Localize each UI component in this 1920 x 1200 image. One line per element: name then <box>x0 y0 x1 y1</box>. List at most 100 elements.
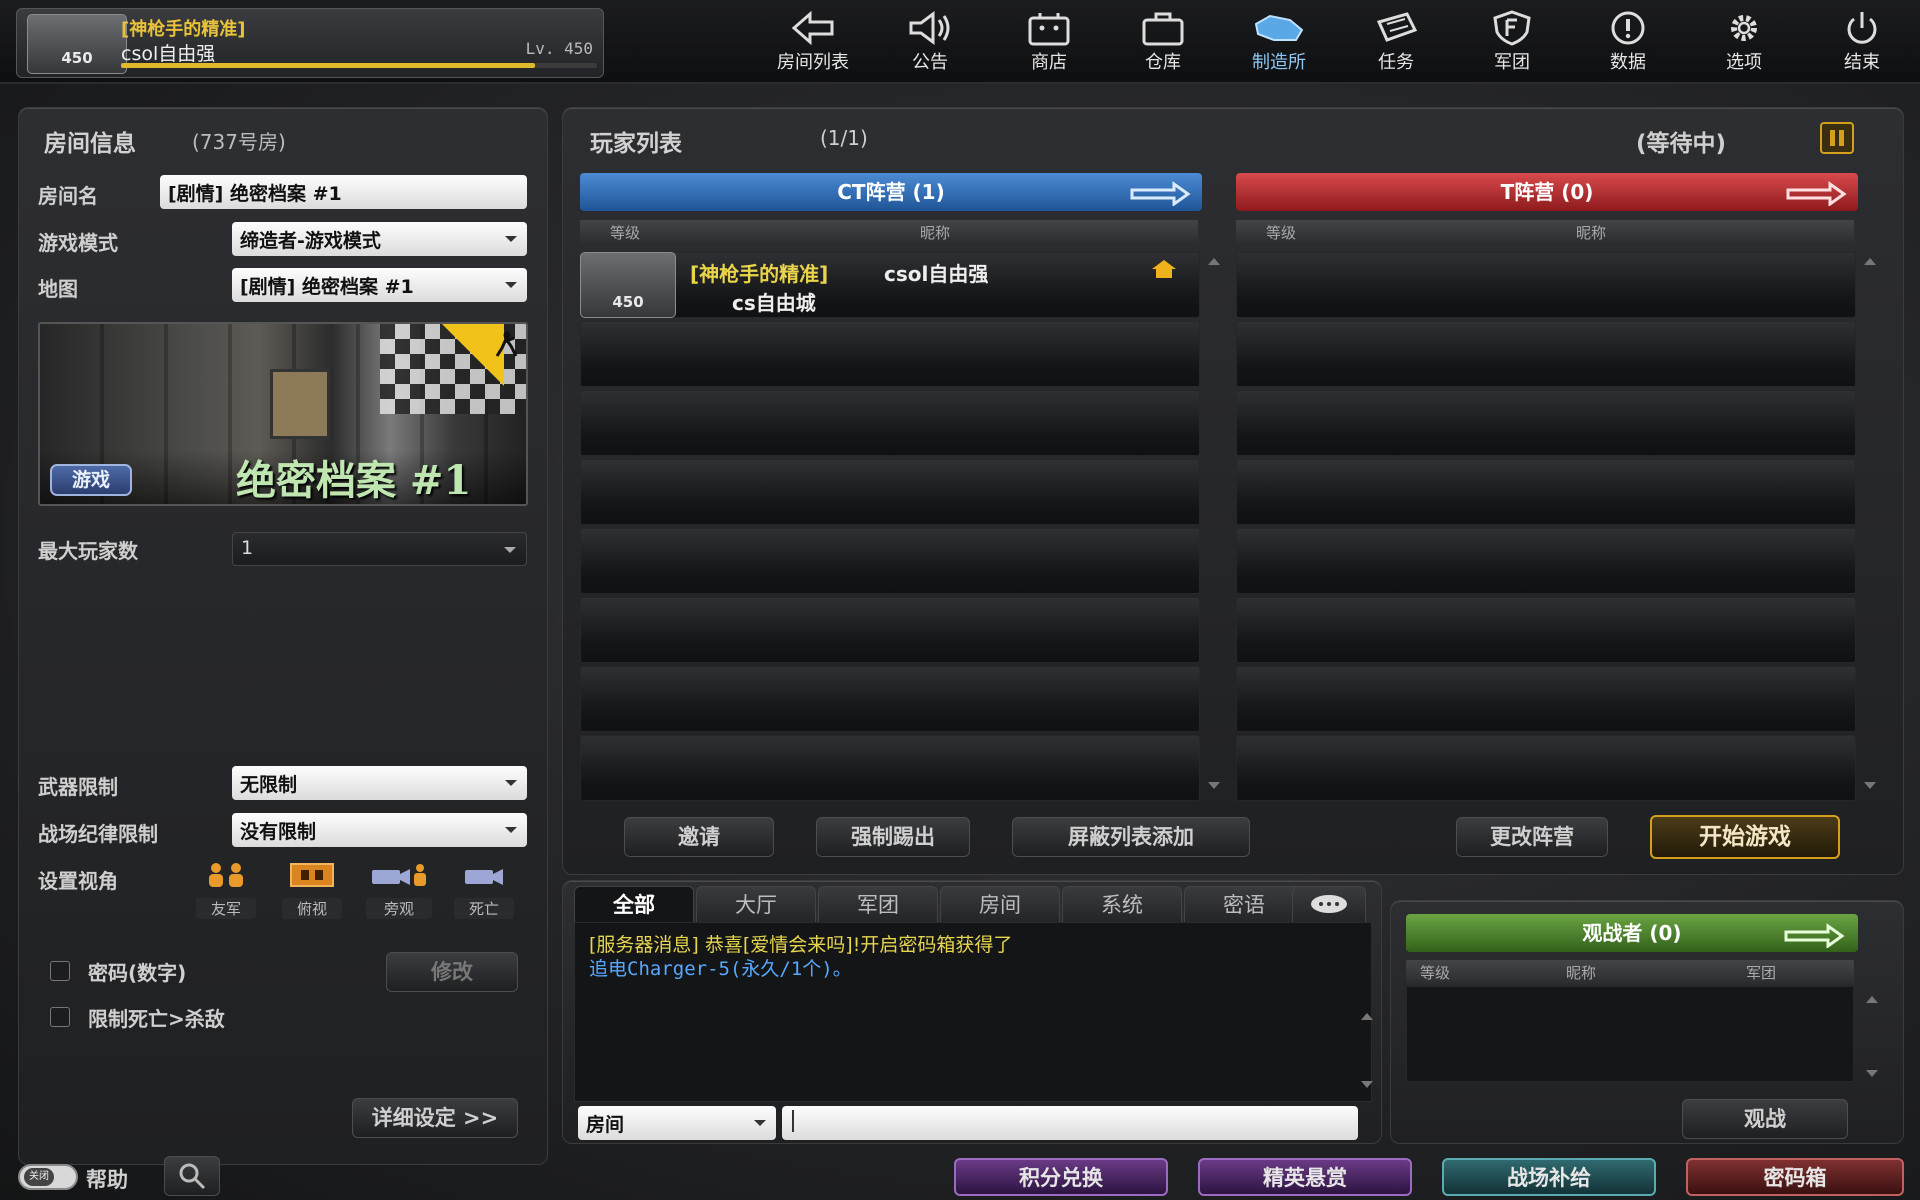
swap-team-icon[interactable] <box>1124 178 1194 206</box>
player-slot[interactable] <box>580 459 1200 525</box>
player-slot[interactable] <box>1236 597 1856 663</box>
chat-tab[interactable]: 大厅 <box>696 886 816 924</box>
player-slot[interactable] <box>580 390 1200 456</box>
t-scroll-down-icon[interactable] <box>1864 782 1876 789</box>
chat-channel-select[interactable]: 房间 <box>578 1106 776 1140</box>
nav-data[interactable]: 数据 <box>1578 6 1678 76</box>
chat-tab[interactable]: 军团 <box>818 886 938 924</box>
nav-clan[interactable]: 军团 <box>1462 6 1562 76</box>
ct-scroll-up-icon[interactable] <box>1208 258 1220 265</box>
chat-tab[interactable]: 密语 <box>1184 886 1304 924</box>
pause-bar <box>1839 130 1844 146</box>
player-slot[interactable] <box>580 735 1200 801</box>
ct-scroll-down-icon[interactable] <box>1208 782 1220 789</box>
discipline-limit-value: 没有限制 <box>240 821 317 843</box>
view-option-death[interactable]: 死亡 <box>454 860 514 922</box>
nav-label: 任务 <box>1378 52 1414 73</box>
player-profile: 450 [神枪手的精准] csol自由强 Lv. 450 <box>16 8 604 78</box>
pause-bar <box>1830 130 1835 146</box>
player-slot[interactable] <box>1236 252 1856 318</box>
invite-button[interactable]: 邀请 <box>624 817 774 857</box>
weapon-limit-select[interactable]: 无限制 <box>232 766 527 800</box>
player-slot[interactable] <box>1236 528 1856 594</box>
t-team-header: T阵营 (0) <box>1236 173 1858 211</box>
chat-scroll-up-icon[interactable] <box>1361 1013 1373 1020</box>
player-slot[interactable] <box>1236 390 1856 456</box>
password-box-button[interactable]: 密码箱 <box>1686 1158 1904 1196</box>
nav-quest[interactable]: 任务 <box>1346 6 1446 76</box>
spectator-scroll-up-icon[interactable] <box>1866 996 1878 1003</box>
map-preview[interactable]: 游戏 绝密档案 #1 <box>38 322 528 506</box>
room-info-header: 房间信息 <box>44 131 136 157</box>
change-team-button[interactable]: 更改阵营 <box>1456 817 1608 857</box>
chat-input[interactable] <box>782 1106 1358 1140</box>
nav-storage[interactable]: 仓库 <box>1113 6 1213 76</box>
death-limit-checkbox[interactable] <box>50 1007 70 1027</box>
nav-notice[interactable]: 公告 <box>880 6 980 76</box>
search-button[interactable] <box>164 1156 220 1196</box>
game-mode-value: 缔造者-游戏模式 <box>240 230 381 252</box>
help-toggle[interactable]: 关闭 <box>18 1164 78 1190</box>
t-scroll-up-icon[interactable] <box>1864 258 1876 265</box>
nav-label: 军团 <box>1494 52 1530 73</box>
view-option-top[interactable]: 俯视 <box>282 860 342 922</box>
chat-channel-value: 房间 <box>586 1114 625 1136</box>
spectator-column-header: 等级 昵称 军团 <box>1406 960 1854 984</box>
chat-tab[interactable]: 全部 <box>574 886 694 924</box>
chat-scroll-down-icon[interactable] <box>1361 1081 1373 1088</box>
discipline-limit-select[interactable]: 没有限制 <box>232 813 527 847</box>
player-slot[interactable] <box>1236 321 1856 387</box>
rank-badge: 450 <box>27 14 127 74</box>
spectate-camera-icon <box>372 864 426 886</box>
col-name: 昵称 <box>1566 964 1597 982</box>
player-slot[interactable] <box>1236 666 1856 732</box>
view-option-ally[interactable]: 友军 <box>196 860 256 922</box>
points-exchange-button[interactable]: 积分兑换 <box>954 1158 1168 1196</box>
spectator-list <box>1406 986 1854 1082</box>
player-slot[interactable] <box>580 666 1200 732</box>
weapon-limit-value: 无限制 <box>240 774 298 796</box>
detail-settings-button[interactable]: 详细设定 >> <box>352 1098 518 1138</box>
game-mode-select[interactable]: 缔造者-游戏模式 <box>232 222 527 256</box>
swap-team-icon[interactable] <box>1780 178 1850 206</box>
room-name-input[interactable]: [剧情] 绝密档案 #1 <box>160 175 527 209</box>
nav-crafting[interactable]: 制造所 <box>1229 6 1329 76</box>
chat-tab[interactable]: 房间 <box>940 886 1060 924</box>
player-slot[interactable] <box>1236 459 1856 525</box>
player-slot[interactable] <box>580 528 1200 594</box>
nav-shop[interactable]: 商店 <box>999 6 1099 76</box>
nav-options[interactable]: 选项 <box>1694 6 1794 76</box>
nav-label: 制造所 <box>1252 52 1306 73</box>
chat-log: [服务器消息] 恭喜[爱情会来吗]!开启密码箱获得了 追电Charger-5(永… <box>574 922 1373 1102</box>
modify-password-button[interactable]: 修改 <box>386 952 518 992</box>
map-select[interactable]: [剧情] 绝密档案 #1 <box>232 268 527 302</box>
ct-team-header: CT阵营 (1) <box>580 173 1202 211</box>
chat-tab[interactable]: 系统 <box>1062 886 1182 924</box>
block-list-add-button[interactable]: 屏蔽列表添加 <box>1012 817 1250 857</box>
elite-bounty-button[interactable]: 精英悬赏 <box>1198 1158 1412 1196</box>
chat-emote-tab[interactable] <box>1292 886 1366 924</box>
player-slot[interactable] <box>580 597 1200 663</box>
text-cursor <box>792 1110 794 1132</box>
player-slot[interactable] <box>580 321 1200 387</box>
ct-player-row[interactable]: 450 [神枪手的精准] csol自由强 cs自由城 <box>580 252 1200 318</box>
watch-button[interactable]: 观战 <box>1682 1099 1848 1139</box>
nav-label: 数据 <box>1610 52 1646 73</box>
weapon-limit-label: 武器限制 <box>38 775 118 799</box>
briefcase-icon <box>1142 12 1184 46</box>
kick-button[interactable]: 强制踢出 <box>816 817 970 857</box>
room-number: (737号房) <box>192 130 286 154</box>
swap-team-icon[interactable] <box>1778 920 1848 948</box>
max-players-select[interactable]: 1 <box>232 532 527 566</box>
nav-room-list[interactable]: 房间列表 <box>763 6 863 76</box>
pause-icon[interactable] <box>1820 122 1854 154</box>
view-option-spectate[interactable]: 旁观 <box>366 860 432 922</box>
spectator-scroll-down-icon[interactable] <box>1866 1070 1878 1077</box>
player-slot[interactable] <box>1236 735 1856 801</box>
battle-supply-button[interactable]: 战场补给 <box>1442 1158 1656 1196</box>
password-checkbox[interactable] <box>50 961 70 981</box>
room-host-house-icon <box>1152 260 1176 278</box>
nav-exit[interactable]: 结束 <box>1812 6 1912 76</box>
start-game-button[interactable]: 开始游戏 <box>1650 815 1840 859</box>
chevron-down-icon <box>504 547 516 553</box>
